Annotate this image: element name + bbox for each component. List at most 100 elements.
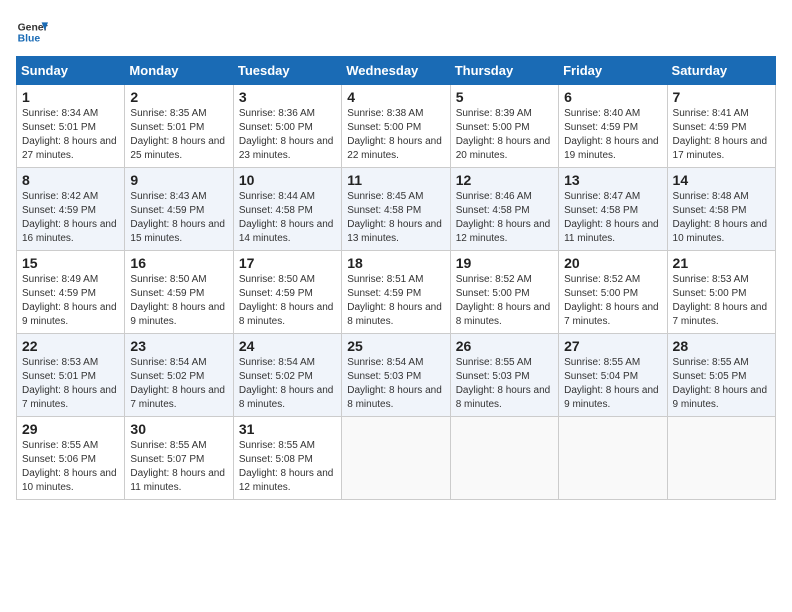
day-number: 26 — [456, 338, 553, 354]
day-cell: 4Sunrise: 8:38 AMSunset: 5:00 PMDaylight… — [342, 85, 450, 168]
day-info: Sunrise: 8:54 AMSunset: 5:02 PMDaylight:… — [239, 357, 334, 410]
day-number: 9 — [130, 172, 227, 188]
day-cell: 3Sunrise: 8:36 AMSunset: 5:00 PMDaylight… — [233, 85, 341, 168]
day-number: 16 — [130, 255, 227, 271]
week-row-4: 22Sunrise: 8:53 AMSunset: 5:01 PMDayligh… — [17, 334, 776, 417]
day-info: Sunrise: 8:55 AMSunset: 5:04 PMDaylight:… — [564, 357, 659, 410]
day-cell: 29 Sunrise: 8:55 AMSunset: 5:06 PMDayligh… — [17, 417, 125, 500]
week-row-5: 29 Sunrise: 8:55 AMSunset: 5:06 PMDayligh… — [17, 417, 776, 500]
day-info: Sunrise: 8:49 AMSunset: 4:59 PMDaylight:… — [22, 274, 117, 327]
svg-text:Blue: Blue — [18, 34, 41, 45]
day-cell: 20 Sunrise: 8:52 AMSunset: 5:00 PMDayligh… — [559, 251, 667, 334]
day-info: Sunrise: 8:52 AMSunset: 5:00 PMDaylight:… — [564, 274, 659, 327]
day-info: Sunrise: 8:50 AMSunset: 4:59 PMDaylight:… — [130, 274, 225, 327]
day-cell — [450, 417, 558, 500]
day-cell: 18 Sunrise: 8:51 AMSunset: 4:59 PMDayligh… — [342, 251, 450, 334]
week-row-3: 15 Sunrise: 8:49 AMSunset: 4:59 PMDayligh… — [17, 251, 776, 334]
day-cell: 30 Sunrise: 8:55 AMSunset: 5:07 PMDayligh… — [125, 417, 233, 500]
day-number: 5 — [456, 89, 553, 105]
day-number: 30 — [130, 421, 227, 437]
day-info: Sunrise: 8:55 AMSunset: 5:05 PMDaylight:… — [673, 357, 768, 410]
day-cell: 26 Sunrise: 8:55 AMSunset: 5:03 PMDayligh… — [450, 334, 558, 417]
day-info: Sunrise: 8:36 AMSunset: 5:00 PMDaylight:… — [239, 108, 334, 161]
day-info: Sunrise: 8:40 AMSunset: 4:59 PMDaylight:… — [564, 108, 659, 161]
header-saturday: Saturday — [667, 57, 775, 85]
day-cell: 8 Sunrise: 8:42 AMSunset: 4:59 PMDaylight… — [17, 168, 125, 251]
day-cell: 9Sunrise: 8:43 AMSunset: 4:59 PMDaylight… — [125, 168, 233, 251]
day-cell — [342, 417, 450, 500]
day-number: 24 — [239, 338, 336, 354]
day-cell: 25Sunrise: 8:54 AMSunset: 5:03 PMDayligh… — [342, 334, 450, 417]
day-number: 21 — [673, 255, 770, 271]
day-number: 23 — [130, 338, 227, 354]
day-cell: 11 Sunrise: 8:45 AMSunset: 4:58 PMDayligh… — [342, 168, 450, 251]
day-number: 7 — [673, 89, 770, 105]
day-info: Sunrise: 8:55 AMSunset: 5:06 PMDaylight:… — [22, 440, 117, 493]
day-info: Sunrise: 8:51 AMSunset: 4:59 PMDaylight:… — [347, 274, 442, 327]
day-number: 15 — [22, 255, 119, 271]
day-number: 14 — [673, 172, 770, 188]
day-cell: 17 Sunrise: 8:50 AMSunset: 4:59 PMDayligh… — [233, 251, 341, 334]
day-info: Sunrise: 8:39 AMSunset: 5:00 PMDaylight:… — [456, 108, 551, 161]
day-number: 1 — [22, 89, 119, 105]
day-cell: 2Sunrise: 8:35 AMSunset: 5:01 PMDaylight… — [125, 85, 233, 168]
day-info: Sunrise: 8:52 AMSunset: 5:00 PMDaylight:… — [456, 274, 551, 327]
day-cell — [667, 417, 775, 500]
day-info: Sunrise: 8:41 AMSunset: 4:59 PMDaylight:… — [673, 108, 768, 161]
day-number: 2 — [130, 89, 227, 105]
day-number: 18 — [347, 255, 444, 271]
day-info: Sunrise: 8:42 AMSunset: 4:59 PMDaylight:… — [22, 191, 117, 244]
day-info: Sunrise: 8:55 AMSunset: 5:03 PMDaylight:… — [456, 357, 551, 410]
day-number: 17 — [239, 255, 336, 271]
day-number: 8 — [22, 172, 119, 188]
day-cell: 31 Sunrise: 8:55 AMSunset: 5:08 PMDayligh… — [233, 417, 341, 500]
day-number: 12 — [456, 172, 553, 188]
day-info: Sunrise: 8:54 AMSunset: 5:02 PMDaylight:… — [130, 357, 225, 410]
day-cell: 6Sunrise: 8:40 AMSunset: 4:59 PMDaylight… — [559, 85, 667, 168]
day-cell: 13Sunrise: 8:47 AMSunset: 4:58 PMDayligh… — [559, 168, 667, 251]
calendar-table: SundayMondayTuesdayWednesdayThursdayFrid… — [16, 56, 776, 500]
day-info: Sunrise: 8:44 AMSunset: 4:58 PMDaylight:… — [239, 191, 334, 244]
day-cell: 15 Sunrise: 8:49 AMSunset: 4:59 PMDayligh… — [17, 251, 125, 334]
day-number: 27 — [564, 338, 661, 354]
day-number: 19 — [456, 255, 553, 271]
day-cell: 14 Sunrise: 8:48 AMSunset: 4:58 PMDayligh… — [667, 168, 775, 251]
logo: General Blue — [16, 16, 48, 48]
day-info: Sunrise: 8:48 AMSunset: 4:58 PMDaylight:… — [673, 191, 768, 244]
day-cell: 19 Sunrise: 8:52 AMSunset: 5:00 PMDayligh… — [450, 251, 558, 334]
week-row-2: 8 Sunrise: 8:42 AMSunset: 4:59 PMDaylight… — [17, 168, 776, 251]
logo-icon: General Blue — [16, 16, 48, 48]
day-number: 10 — [239, 172, 336, 188]
header-wednesday: Wednesday — [342, 57, 450, 85]
day-cell: 22Sunrise: 8:53 AMSunset: 5:01 PMDayligh… — [17, 334, 125, 417]
day-number: 11 — [347, 172, 444, 188]
day-cell: 5 Sunrise: 8:39 AMSunset: 5:00 PMDaylight… — [450, 85, 558, 168]
header-sunday: Sunday — [17, 57, 125, 85]
day-info: Sunrise: 8:55 AMSunset: 5:07 PMDaylight:… — [130, 440, 225, 493]
day-info: Sunrise: 8:34 AMSunset: 5:01 PMDaylight:… — [22, 108, 117, 161]
day-cell: 12 Sunrise: 8:46 AMSunset: 4:58 PMDayligh… — [450, 168, 558, 251]
header-thursday: Thursday — [450, 57, 558, 85]
header-tuesday: Tuesday — [233, 57, 341, 85]
day-cell: 23 Sunrise: 8:54 AMSunset: 5:02 PMDayligh… — [125, 334, 233, 417]
day-info: Sunrise: 8:45 AMSunset: 4:58 PMDaylight:… — [347, 191, 442, 244]
day-cell: 27 Sunrise: 8:55 AMSunset: 5:04 PMDayligh… — [559, 334, 667, 417]
header-monday: Monday — [125, 57, 233, 85]
day-cell: 10 Sunrise: 8:44 AMSunset: 4:58 PMDayligh… — [233, 168, 341, 251]
day-cell: 1 Sunrise: 8:34 AMSunset: 5:01 PMDaylight… — [17, 85, 125, 168]
day-info: Sunrise: 8:55 AMSunset: 5:08 PMDaylight:… — [239, 440, 334, 493]
day-number: 29 — [22, 421, 119, 437]
day-cell: 28Sunrise: 8:55 AMSunset: 5:05 PMDayligh… — [667, 334, 775, 417]
day-number: 31 — [239, 421, 336, 437]
day-cell: 16 Sunrise: 8:50 AMSunset: 4:59 PMDayligh… — [125, 251, 233, 334]
day-number: 20 — [564, 255, 661, 271]
day-info: Sunrise: 8:38 AMSunset: 5:00 PMDaylight:… — [347, 108, 442, 161]
day-cell: 21Sunrise: 8:53 AMSunset: 5:00 PMDayligh… — [667, 251, 775, 334]
day-cell: 7 Sunrise: 8:41 AMSunset: 4:59 PMDaylight… — [667, 85, 775, 168]
day-info: Sunrise: 8:46 AMSunset: 4:58 PMDaylight:… — [456, 191, 551, 244]
week-row-1: 1 Sunrise: 8:34 AMSunset: 5:01 PMDaylight… — [17, 85, 776, 168]
day-info: Sunrise: 8:50 AMSunset: 4:59 PMDaylight:… — [239, 274, 334, 327]
day-info: Sunrise: 8:54 AMSunset: 5:03 PMDaylight:… — [347, 357, 442, 410]
day-info: Sunrise: 8:53 AMSunset: 5:01 PMDaylight:… — [22, 357, 117, 410]
day-info: Sunrise: 8:47 AMSunset: 4:58 PMDaylight:… — [564, 191, 659, 244]
